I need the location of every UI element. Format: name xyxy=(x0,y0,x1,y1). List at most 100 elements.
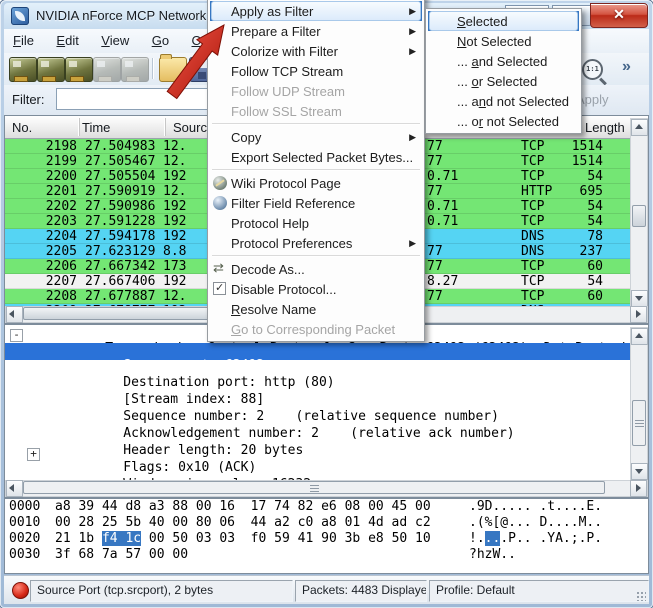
packet-time: 27.623129 xyxy=(85,244,155,259)
packet-length: 237 xyxy=(545,244,603,259)
packet-destination: 77 xyxy=(427,154,443,169)
packet-source: 12. xyxy=(163,289,212,304)
packet-no: 2202 xyxy=(5,199,77,214)
details-hscrollbar[interactable] xyxy=(5,480,648,497)
detail-line[interactable]: Acknowledgement number: 2 (relative ack … xyxy=(5,411,631,428)
packet-protocol: TCP xyxy=(521,289,544,304)
context-menu-item[interactable]: Follow UDP Stream xyxy=(210,81,422,101)
menu-item-label: Protocol Help xyxy=(231,216,309,231)
detail-line[interactable]: Sequence number: 2 (relative sequence nu… xyxy=(5,394,631,411)
context-menu-item[interactable]: Disable Protocol... xyxy=(210,279,422,299)
hex-line[interactable]: 0020 21 1b f4 1c 00 50 03 03 f0 59 41 90… xyxy=(5,531,648,547)
scroll-left-icon[interactable] xyxy=(6,480,23,497)
status-field-info: Source Port (tcp.srcport), 2 bytes xyxy=(30,580,293,602)
detail-line[interactable]: [Stream index: 88] xyxy=(5,377,631,394)
column-divider[interactable] xyxy=(79,118,80,136)
submenu-arrow-icon: ▶ xyxy=(409,6,416,17)
submenu-item[interactable]: ... and Selected xyxy=(428,51,579,71)
submenu-item[interactable]: Selected xyxy=(428,11,579,31)
scroll-up-icon[interactable] xyxy=(631,119,648,136)
open-file-icon[interactable] xyxy=(159,57,187,82)
capture-start-icon[interactable] xyxy=(65,57,93,82)
scroll-right-icon[interactable] xyxy=(630,480,647,497)
menu-item-label: Wiki Protocol Page xyxy=(231,176,341,191)
packet-protocol: TCP xyxy=(521,169,544,184)
packet-length: 1514 xyxy=(545,139,603,154)
packet-length: 54 xyxy=(545,199,603,214)
packet-length: 695 xyxy=(545,184,603,199)
toolbar-overflow-icon[interactable]: » xyxy=(622,58,631,76)
context-menu-item[interactable]: Apply as Filter ▶ xyxy=(210,1,422,21)
context-menu-item[interactable]: Protocol Help xyxy=(210,213,422,233)
detail-line[interactable]: Destination port: http (80) xyxy=(5,360,631,377)
submenu-item[interactable]: ... and not Selected xyxy=(428,91,579,111)
menubar-item-accel: F xyxy=(13,33,21,48)
hex-line[interactable]: 0010 00 28 25 5b 40 00 80 06 44 a2 c0 a8… xyxy=(5,515,648,531)
menubar-item[interactable]: Edit xyxy=(47,29,87,53)
context-menu-item[interactable]: Copy ▶ xyxy=(210,127,422,147)
packet-destination: 0.71 xyxy=(427,169,458,184)
hex-offset: 0000 xyxy=(9,499,40,514)
expert-info-icon[interactable] xyxy=(12,582,29,599)
context-menu-item[interactable]: Resolve Name xyxy=(210,299,422,319)
context-menu-item[interactable]: Prepare a Filter ▶ xyxy=(210,21,422,41)
context-menu-item[interactable]: Follow TCP Stream xyxy=(210,61,422,81)
context-menu-item[interactable]: Wiki Protocol Page xyxy=(210,173,422,193)
hex-line[interactable]: 0030 3f 68 7a 57 00 00 ?hzW.. xyxy=(5,547,648,563)
scroll-up-icon[interactable] xyxy=(631,328,648,345)
zoom-100-icon[interactable]: 1:1 xyxy=(582,59,603,80)
menubar-item[interactable]: View xyxy=(92,29,138,53)
capture-options-icon[interactable] xyxy=(37,57,65,82)
context-menu-item[interactable]: Colorize with Filter ▶ xyxy=(210,41,422,61)
scroll-down-icon[interactable] xyxy=(631,463,648,480)
packet-list-vscrollbar[interactable] xyxy=(630,118,648,308)
menu-item-label: Copy xyxy=(231,130,261,145)
packet-no: 2204 xyxy=(5,229,77,244)
scroll-down-icon[interactable] xyxy=(631,290,648,307)
list-interfaces-icon[interactable] xyxy=(9,57,37,82)
context-menu-item[interactable]: Filter Field Reference xyxy=(210,193,422,213)
details-vscrollbar[interactable] xyxy=(630,327,648,481)
menubar-item[interactable]: Go xyxy=(143,29,178,53)
packet-length: 78 xyxy=(545,229,603,244)
packet-time: 27.505504 xyxy=(85,169,155,184)
packet-source: 12. xyxy=(163,154,212,169)
context-menu-item[interactable]: Go to Corresponding Packet xyxy=(210,319,422,339)
submenu-item[interactable]: ... or not Selected xyxy=(428,111,579,131)
submenu-item[interactable]: Not Selected xyxy=(428,31,579,51)
vscroll-thumb[interactable] xyxy=(632,205,646,227)
packet-source: 192 xyxy=(163,169,212,184)
column-header-time[interactable]: Time xyxy=(82,120,110,135)
hex-bytes: 00 28 25 5b 40 00 80 06 44 a2 c0 a8 01 4… xyxy=(55,515,431,530)
menu-item-label: Prepare a Filter xyxy=(231,24,321,39)
column-header-no[interactable]: No. xyxy=(12,120,32,135)
column-divider[interactable] xyxy=(165,118,166,136)
expander-icon[interactable] xyxy=(27,448,40,461)
hex-line[interactable]: 0000 a8 39 44 d8 a3 88 00 16 17 74 82 e6… xyxy=(5,499,648,515)
context-menu-item[interactable]: Protocol Preferences ▶ xyxy=(210,233,422,253)
detail-line[interactable]: Source port: 62492 xyxy=(5,343,631,360)
menubar-item[interactable]: File xyxy=(4,29,43,53)
detail-line[interactable]: Header length: 20 bytes xyxy=(5,428,631,445)
menubar-item-label: o xyxy=(162,33,169,48)
context-menu-item[interactable]: Decode As... xyxy=(210,259,422,279)
scroll-left-icon[interactable] xyxy=(6,306,23,323)
expander-icon[interactable] xyxy=(10,329,23,342)
packet-time: 27.667406 xyxy=(85,274,155,289)
scroll-right-icon[interactable] xyxy=(630,306,647,323)
toolbar-separator xyxy=(152,58,153,79)
menu-item-label: ... or Selected xyxy=(457,74,537,89)
context-menu-item[interactable]: Export Selected Packet Bytes... xyxy=(210,147,422,167)
menu-item-label: Follow UDP Stream xyxy=(231,84,345,99)
column-header-length[interactable]: Length xyxy=(585,120,625,135)
resize-grip[interactable] xyxy=(636,591,646,601)
packet-protocol: TCP xyxy=(521,259,544,274)
context-menu-item[interactable]: Follow SSL Stream xyxy=(210,101,422,121)
menu-item-label: Disable Protocol... xyxy=(231,282,337,297)
close-button[interactable] xyxy=(590,3,648,28)
detail-line[interactable]: Flags: 0x10 (ACK) xyxy=(5,445,631,462)
hscroll-thumb[interactable] xyxy=(23,481,605,494)
vscroll-thumb[interactable] xyxy=(632,400,646,446)
submenu-item[interactable]: ... or Selected xyxy=(428,71,579,91)
detail-line[interactable]: Window size value: 16232 xyxy=(5,462,631,479)
